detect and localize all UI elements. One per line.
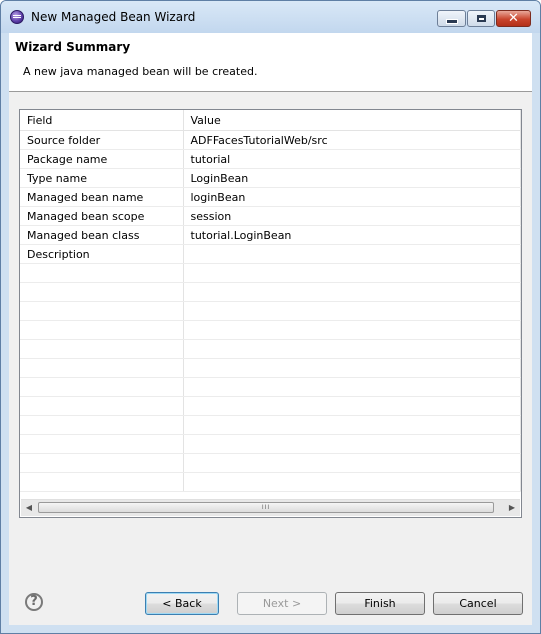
empty-row xyxy=(20,320,521,340)
maximize-icon xyxy=(476,15,486,22)
arrow-right-icon[interactable]: ▶ xyxy=(504,500,520,516)
empty-row xyxy=(20,339,521,359)
empty-cell xyxy=(20,358,184,378)
empty-row xyxy=(20,377,521,397)
cell-field: Managed bean class xyxy=(20,225,184,245)
empty-cell xyxy=(183,453,521,473)
cell-field: Managed bean scope xyxy=(20,206,184,226)
empty-row xyxy=(20,358,521,378)
cell-value xyxy=(183,244,521,264)
table-row[interactable]: Managed bean name loginBean xyxy=(20,187,521,207)
empty-cell xyxy=(183,472,521,492)
table-row[interactable]: Managed bean class tutorial.LoginBean xyxy=(20,225,521,245)
empty-cell xyxy=(183,434,521,454)
help-icon[interactable]: ? xyxy=(25,593,43,611)
empty-cell xyxy=(20,263,184,283)
column-header-value[interactable]: Value xyxy=(183,110,521,131)
close-icon: ✕ xyxy=(508,11,519,26)
empty-cell xyxy=(183,358,521,378)
empty-cell xyxy=(183,415,521,435)
cell-value: tutorial xyxy=(183,149,521,169)
empty-cell xyxy=(20,472,184,492)
minimize-button[interactable] xyxy=(437,10,466,27)
cell-value: loginBean xyxy=(183,187,521,207)
title-bar[interactable]: New Managed Bean Wizard ✕ xyxy=(1,1,540,33)
column-header-field[interactable]: Field xyxy=(20,110,184,131)
empty-row xyxy=(20,263,521,283)
empty-row xyxy=(20,396,521,416)
empty-cell xyxy=(183,301,521,321)
table-header-row: Field Value xyxy=(20,110,521,131)
cell-field: Package name xyxy=(20,149,184,169)
empty-cell xyxy=(20,434,184,454)
empty-cell xyxy=(20,377,184,397)
finish-button[interactable]: Finish xyxy=(335,592,425,615)
wizard-content: Field Value Source folder ADFFacesTutoria… xyxy=(9,91,532,579)
empty-cell xyxy=(183,396,521,416)
empty-cell xyxy=(20,415,184,435)
wizard-header: Wizard Summary A new java managed bean w… xyxy=(9,33,532,91)
empty-cell xyxy=(20,396,184,416)
wizard-page-title: Wizard Summary xyxy=(15,40,131,54)
empty-row xyxy=(20,415,521,435)
empty-row xyxy=(20,282,521,302)
table-row[interactable]: Source folder ADFFacesTutorialWeb/src xyxy=(20,130,521,150)
window-title: New Managed Bean Wizard xyxy=(31,10,196,24)
eclipse-icon[interactable] xyxy=(10,10,24,24)
empty-row xyxy=(20,472,521,492)
button-bar: ? < Back Next > Finish Cancel xyxy=(9,579,532,625)
empty-cell xyxy=(20,282,184,302)
empty-cell xyxy=(183,263,521,283)
minimize-icon xyxy=(445,19,458,24)
empty-row xyxy=(20,434,521,454)
arrow-left-icon[interactable]: ◀ xyxy=(21,500,37,516)
empty-cell xyxy=(20,339,184,359)
table-row[interactable]: Managed bean scope session xyxy=(20,206,521,226)
table-row[interactable]: Description xyxy=(20,244,521,264)
empty-row xyxy=(20,453,521,473)
summary-table[interactable]: Field Value Source folder ADFFacesTutoria… xyxy=(19,109,522,518)
back-button[interactable]: < Back xyxy=(145,592,219,615)
maximize-button[interactable] xyxy=(467,10,495,27)
cancel-button[interactable]: Cancel xyxy=(433,592,523,615)
empty-cell xyxy=(183,320,521,340)
empty-cell xyxy=(183,339,521,359)
next-button[interactable]: Next > xyxy=(237,592,327,615)
table-row[interactable]: Package name tutorial xyxy=(20,149,521,169)
empty-cell xyxy=(20,301,184,321)
empty-cell xyxy=(20,453,184,473)
cell-value: session xyxy=(183,206,521,226)
empty-cell xyxy=(183,377,521,397)
table-row[interactable]: Type name LoginBean xyxy=(20,168,521,188)
wizard-window: New Managed Bean Wizard ✕ Wizard Summary… xyxy=(0,0,541,634)
cell-field: Description xyxy=(20,244,184,264)
horizontal-scrollbar[interactable]: ◀ III ▶ xyxy=(21,499,520,516)
scrollbar-thumb[interactable]: III xyxy=(38,502,494,513)
cell-field: Type name xyxy=(20,168,184,188)
cell-value: tutorial.LoginBean xyxy=(183,225,521,245)
close-button[interactable]: ✕ xyxy=(496,10,531,27)
wizard-message: A new java managed bean will be created. xyxy=(23,65,258,78)
cell-field: Managed bean name xyxy=(20,187,184,207)
cell-field: Source folder xyxy=(20,130,184,150)
empty-cell xyxy=(20,320,184,340)
empty-cell xyxy=(183,282,521,302)
cell-value: ADFFacesTutorialWeb/src xyxy=(183,130,521,150)
cell-value: LoginBean xyxy=(183,168,521,188)
empty-row xyxy=(20,301,521,321)
